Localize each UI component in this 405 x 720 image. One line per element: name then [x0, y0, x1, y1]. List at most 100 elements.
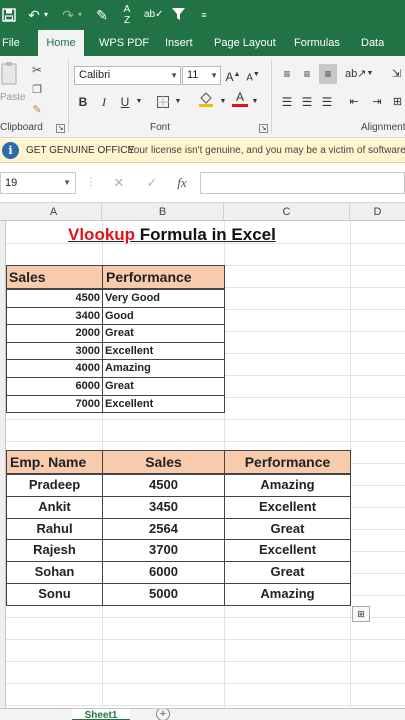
- table1-header-performance[interactable]: Performance: [102, 265, 225, 289]
- table2-name-cell[interactable]: Rajesh: [6, 539, 103, 563]
- table2-sales-cell[interactable]: 3700: [102, 539, 225, 563]
- sheet-tab-sheet1[interactable]: Sheet1: [72, 709, 130, 720]
- column-header-b[interactable]: B: [102, 203, 224, 221]
- align-left-icon[interactable]: ☰: [279, 92, 295, 112]
- column-header-c[interactable]: C: [224, 203, 350, 221]
- formula-input[interactable]: [200, 172, 405, 194]
- wrap-text-icon[interactable]: ⇲: [388, 64, 405, 84]
- orientation-icon[interactable]: ab↗: [345, 64, 366, 84]
- paste-options-icon[interactable]: ⊞: [352, 606, 370, 622]
- tab-insert[interactable]: Insert: [165, 30, 193, 56]
- save-icon[interactable]: [0, 4, 18, 26]
- table2-header-sales[interactable]: Sales: [102, 450, 225, 474]
- name-box[interactable]: 19 ▼: [0, 172, 76, 194]
- table2-sales-cell[interactable]: 3450: [102, 495, 225, 519]
- clipboard-launcher-icon[interactable]: ↘: [56, 124, 65, 133]
- table2-performance-cell[interactable]: Amazing: [224, 474, 351, 497]
- borders-icon[interactable]: [154, 92, 172, 112]
- table2-header-performance[interactable]: Performance: [224, 450, 351, 474]
- table1-performance-cell[interactable]: Great: [102, 324, 225, 343]
- table2-performance-cell[interactable]: Great: [224, 517, 351, 541]
- cancel-icon[interactable]: ✕: [110, 172, 128, 194]
- customize-icon[interactable]: ≡: [198, 4, 210, 26]
- table2-sales-cell[interactable]: 5000: [102, 583, 225, 606]
- undo-icon[interactable]: ↶: [26, 4, 42, 26]
- table2-performance-cell[interactable]: Great: [224, 561, 351, 584]
- table1-sales-cell[interactable]: 4500: [6, 289, 103, 308]
- underline-button[interactable]: U: [118, 92, 132, 112]
- tab-home[interactable]: Home: [38, 30, 84, 56]
- font-launcher-icon[interactable]: ↘: [259, 124, 268, 133]
- table1-sales-cell[interactable]: 3000: [6, 341, 103, 361]
- table1-performance-cell[interactable]: Good: [102, 306, 225, 326]
- name-box-splitter-icon[interactable]: ⋮: [86, 172, 96, 194]
- spelling-icon[interactable]: ab✓: [144, 4, 164, 26]
- format-painter-ribbon-icon[interactable]: ✎: [29, 100, 45, 120]
- shrink-font-icon[interactable]: A▼: [245, 65, 261, 85]
- table2-name-cell[interactable]: Sohan: [6, 561, 103, 584]
- grow-font-icon[interactable]: A▲: [225, 65, 241, 85]
- tab-file[interactable]: File: [0, 30, 36, 56]
- copy-icon[interactable]: ❐: [29, 80, 45, 100]
- table2-name-cell[interactable]: Sonu: [6, 583, 103, 606]
- paste-icon[interactable]: [0, 60, 22, 90]
- redo-dropdown-icon[interactable]: ▾: [76, 4, 84, 26]
- align-center-icon[interactable]: ☰: [299, 92, 315, 112]
- table1-performance-cell[interactable]: Excellent: [102, 341, 225, 361]
- add-sheet-button[interactable]: +: [156, 709, 170, 720]
- table1-sales-cell[interactable]: 4000: [6, 359, 103, 378]
- redo-icon[interactable]: ↷: [60, 4, 76, 26]
- table2-sales-cell[interactable]: 2564: [102, 517, 225, 541]
- bold-button[interactable]: B: [76, 92, 90, 112]
- table1-sales-cell[interactable]: 6000: [6, 377, 103, 396]
- align-middle-icon[interactable]: ≡: [299, 64, 315, 84]
- table1-performance-cell[interactable]: Amazing: [102, 359, 225, 378]
- table2-sales-cell[interactable]: 6000: [102, 561, 225, 584]
- enter-icon[interactable]: ✓: [143, 172, 161, 194]
- sort-icon[interactable]: AZ: [119, 4, 135, 26]
- undo-dropdown-icon[interactable]: ▾: [42, 4, 50, 26]
- filter-icon[interactable]: [170, 4, 186, 26]
- cut-icon[interactable]: ✂: [29, 60, 45, 80]
- format-painter-icon[interactable]: ✎: [93, 4, 111, 26]
- align-top-icon[interactable]: ≡: [279, 64, 295, 84]
- table2-name-cell[interactable]: Pradeep: [6, 474, 103, 497]
- font-color-dropdown-icon[interactable]: ▼: [250, 92, 260, 112]
- table2-performance-cell[interactable]: Amazing: [224, 583, 351, 606]
- table2-name-cell[interactable]: Ankit: [6, 495, 103, 519]
- table1-header-sales[interactable]: Sales: [6, 265, 103, 289]
- italic-button[interactable]: I: [97, 92, 111, 112]
- table1-performance-cell[interactable]: Great: [102, 377, 225, 396]
- table2-header-emp-name[interactable]: Emp. Name: [6, 450, 103, 474]
- worksheet-grid[interactable]: Vlookup Formula in Excel Sales Performan…: [6, 221, 405, 708]
- tab-data[interactable]: Data: [361, 30, 384, 56]
- underline-dropdown-icon[interactable]: ▼: [134, 92, 144, 112]
- table1-sales-cell[interactable]: 7000: [6, 394, 103, 414]
- align-bottom-icon[interactable]: ≡: [319, 64, 337, 84]
- merge-center-icon[interactable]: ⊞: [390, 92, 405, 112]
- table2-sales-cell[interactable]: 4500: [102, 474, 225, 497]
- borders-dropdown-icon[interactable]: ▼: [173, 92, 183, 112]
- font-size-select[interactable]: 11 ▼: [182, 66, 221, 85]
- font-name-select[interactable]: Calibri ▼: [74, 66, 181, 85]
- column-header-a[interactable]: A: [6, 203, 102, 221]
- table1-performance-cell[interactable]: Very Good: [102, 289, 225, 308]
- increase-indent-icon[interactable]: ⇥: [368, 92, 386, 112]
- font-color-icon[interactable]: A: [232, 90, 248, 110]
- decrease-indent-icon[interactable]: ⇤: [345, 92, 363, 112]
- table2-performance-cell[interactable]: Excellent: [224, 495, 351, 519]
- paste-label[interactable]: Paste: [0, 92, 26, 103]
- tab-formulas[interactable]: Formulas: [294, 30, 340, 56]
- tab-wps-pdf[interactable]: WPS PDF: [99, 30, 149, 56]
- table1-sales-cell[interactable]: 2000: [6, 324, 103, 343]
- table1-sales-cell[interactable]: 3400: [6, 306, 103, 326]
- column-header-d[interactable]: D: [350, 203, 405, 221]
- fill-color-icon[interactable]: [196, 90, 216, 110]
- fill-color-dropdown-icon[interactable]: ▼: [218, 92, 228, 112]
- table2-performance-cell[interactable]: Excellent: [224, 539, 351, 563]
- tab-page-layout[interactable]: Page Layout: [214, 30, 276, 56]
- table2-name-cell[interactable]: Rahul: [6, 517, 103, 541]
- align-right-icon[interactable]: ☰: [319, 92, 335, 112]
- table1-performance-cell[interactable]: Excellent: [102, 394, 225, 414]
- insert-function-button[interactable]: fx: [172, 172, 192, 194]
